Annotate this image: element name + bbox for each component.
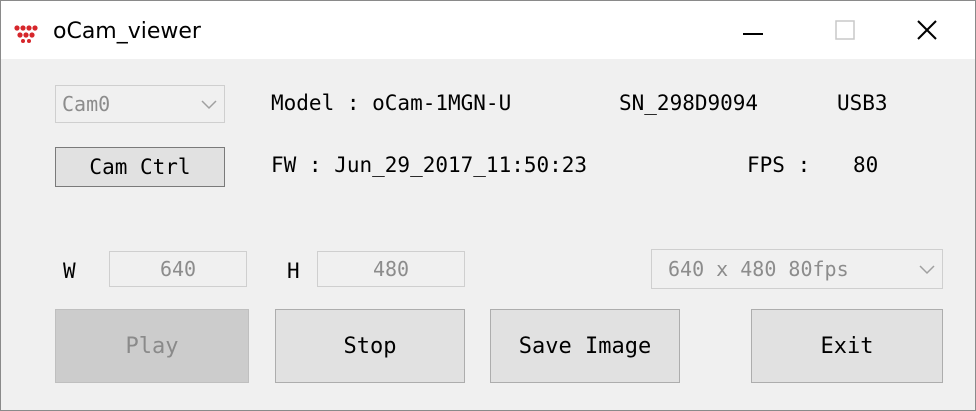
width-value: 640 xyxy=(159,257,197,281)
height-value: 480 xyxy=(372,257,410,281)
exit-label: Exit xyxy=(820,333,874,359)
height-field[interactable]: 480 xyxy=(317,251,465,287)
ocam-logo-icon xyxy=(14,25,38,43)
client-area: Cam0 Cam Ctrl Model : oCam-1MGN-U SN_298… xyxy=(1,59,975,410)
width-field[interactable]: 640 xyxy=(109,251,247,287)
ocam-viewer-window: oCam_viewer Cam0 Cam Ctrl Model : oCam-1… xyxy=(0,0,976,411)
stop-button[interactable]: Stop xyxy=(275,309,465,383)
stop-label: Stop xyxy=(343,333,397,359)
chevron-down-icon xyxy=(201,100,217,110)
maximize-icon xyxy=(835,20,855,40)
serial-number-text: SN_298D9094 xyxy=(619,91,759,115)
play-button[interactable]: Play xyxy=(55,309,249,383)
close-button[interactable] xyxy=(881,1,973,59)
minimize-icon xyxy=(743,33,763,35)
resolution-mode-select[interactable]: 640 x 480 80fps xyxy=(651,249,943,289)
maximize-button[interactable] xyxy=(799,1,891,59)
width-label: W xyxy=(63,259,76,283)
camera-select-value: Cam0 xyxy=(62,92,111,116)
save-image-label: Save Image xyxy=(518,333,652,359)
cam-ctrl-label: Cam Ctrl xyxy=(89,155,191,179)
play-label: Play xyxy=(125,333,179,359)
chevron-down-icon xyxy=(919,265,935,275)
minimize-button[interactable] xyxy=(707,1,799,59)
close-icon xyxy=(917,20,937,40)
save-image-button[interactable]: Save Image xyxy=(490,309,680,383)
cam-ctrl-button[interactable]: Cam Ctrl xyxy=(55,147,225,187)
camera-select[interactable]: Cam0 xyxy=(55,85,225,123)
firmware-text: FW : Jun_29_2017_11:50:23 xyxy=(271,153,588,177)
fps-value: 80 xyxy=(853,153,879,177)
interface-text: USB3 xyxy=(837,91,888,115)
model-text: Model : oCam-1MGN-U xyxy=(271,91,512,115)
title-bar[interactable]: oCam_viewer xyxy=(1,1,975,59)
window-title: oCam_viewer xyxy=(53,19,201,44)
fps-label: FPS : xyxy=(747,153,811,177)
exit-button[interactable]: Exit xyxy=(751,309,943,383)
height-label: H xyxy=(287,259,300,283)
resolution-mode-value: 640 x 480 80fps xyxy=(668,257,849,281)
